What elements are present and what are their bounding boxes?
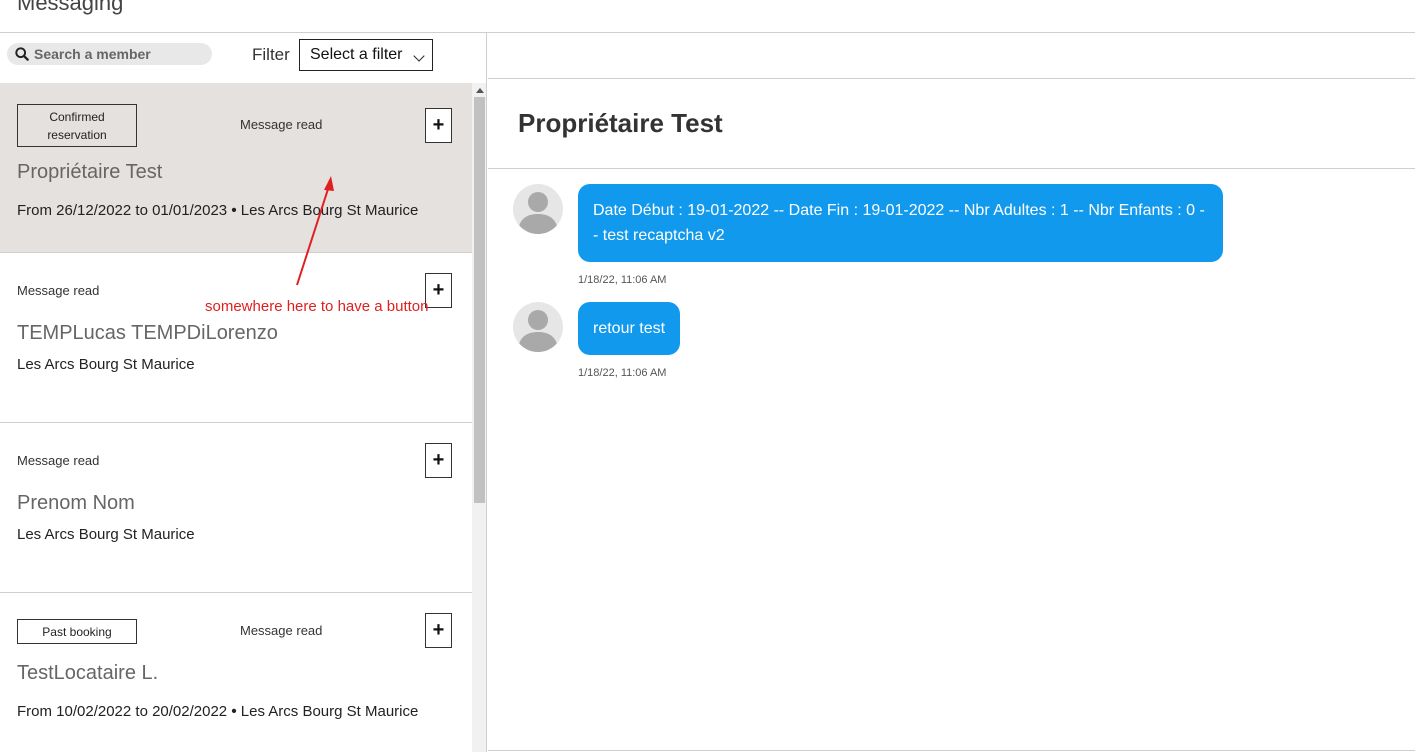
message-status: Message read: [240, 117, 323, 132]
conversation-name: TestLocataire L.: [17, 662, 159, 684]
chat-title: Propriétaire Test: [518, 108, 723, 138]
plus-button[interactable]: +: [425, 443, 452, 478]
message-bubble: retour test: [578, 302, 681, 355]
message-time: 1/18/22, 11:06 AM: [578, 367, 667, 379]
booking-dates: From 26/12/2022 to 01/01/2023: [17, 202, 228, 219]
message-bubble: Date Début : 19-01-2022 -- Date Fin : 19…: [578, 184, 1223, 262]
conversation-item[interactable]: Confirmed reservation Message read + Pro…: [0, 83, 472, 253]
conversation-name: Propriétaire Test: [17, 161, 163, 183]
search-input[interactable]: [34, 46, 204, 62]
booking-dates: From 10/02/2022 to 20/02/2022: [17, 703, 228, 720]
filter-label: Filter: [252, 45, 290, 64]
page-title: Messaging: [17, 0, 124, 15]
chat-header-divider: [488, 78, 1415, 79]
list-toolbar: Filter Select a filter: [0, 33, 486, 83]
booking-location: Les Arcs Bourg St Maurice: [240, 202, 419, 219]
scroll-up-arrow-icon[interactable]: [476, 88, 484, 93]
message-time: 1/18/22, 11:06 AM: [578, 274, 667, 286]
message-status: Message read: [17, 283, 100, 298]
user-avatar-icon: [513, 302, 563, 352]
search-icon: [15, 47, 29, 61]
list-scrollbar[interactable]: [472, 83, 486, 752]
message-status: Message read: [240, 623, 323, 638]
conversation-panel: Filter Select a filter Confirmed reserva…: [0, 33, 487, 752]
conversation-item[interactable]: Message read + TEMPLucas TEMPDiLorenzo L…: [0, 253, 472, 423]
separator-dot: •: [231, 703, 237, 720]
conversation-name: Prenom Nom: [17, 492, 135, 514]
filter-select-value: Select a filter: [310, 46, 403, 63]
booking-location: Les Arcs Bourg St Maurice: [17, 526, 195, 543]
booking-location: Les Arcs Bourg St Maurice: [17, 356, 195, 373]
conversation-list: Confirmed reservation Message read + Pro…: [0, 83, 472, 752]
chat-title-divider: [488, 168, 1415, 169]
conversation-detail: From 10/02/2022 to 20/02/2022 • Les Arcs…: [17, 703, 418, 720]
plus-button[interactable]: +: [425, 273, 452, 308]
conversation-name: TEMPLucas TEMPDiLorenzo: [17, 322, 278, 344]
conversation-detail: From 26/12/2022 to 01/01/2023 • Les Arcs…: [17, 202, 418, 219]
separator-dot: •: [231, 202, 237, 219]
scroll-thumb[interactable]: [474, 97, 485, 503]
chevron-down-icon: [413, 50, 425, 62]
conversation-item[interactable]: Message read + Prenom Nom Les Arcs Bourg…: [0, 423, 472, 593]
annotation-text: somewhere here to have a button: [205, 298, 429, 315]
chat-bottom-divider: [488, 750, 1415, 751]
plus-button[interactable]: +: [425, 108, 452, 143]
reservation-tag: Confirmed reservation: [17, 104, 137, 147]
conversation-detail: Les Arcs Bourg St Maurice: [17, 526, 195, 543]
reservation-tag: Past booking: [17, 619, 137, 644]
booking-location: Les Arcs Bourg St Maurice: [240, 703, 419, 720]
plus-button[interactable]: +: [425, 613, 452, 648]
user-avatar-icon: [513, 184, 563, 234]
conversation-detail: Les Arcs Bourg St Maurice: [17, 356, 195, 373]
search-box[interactable]: [7, 43, 212, 65]
filter-select[interactable]: Select a filter: [299, 39, 433, 71]
conversation-item[interactable]: Past booking Message read + TestLocatair…: [0, 593, 472, 752]
message-status: Message read: [17, 453, 100, 468]
